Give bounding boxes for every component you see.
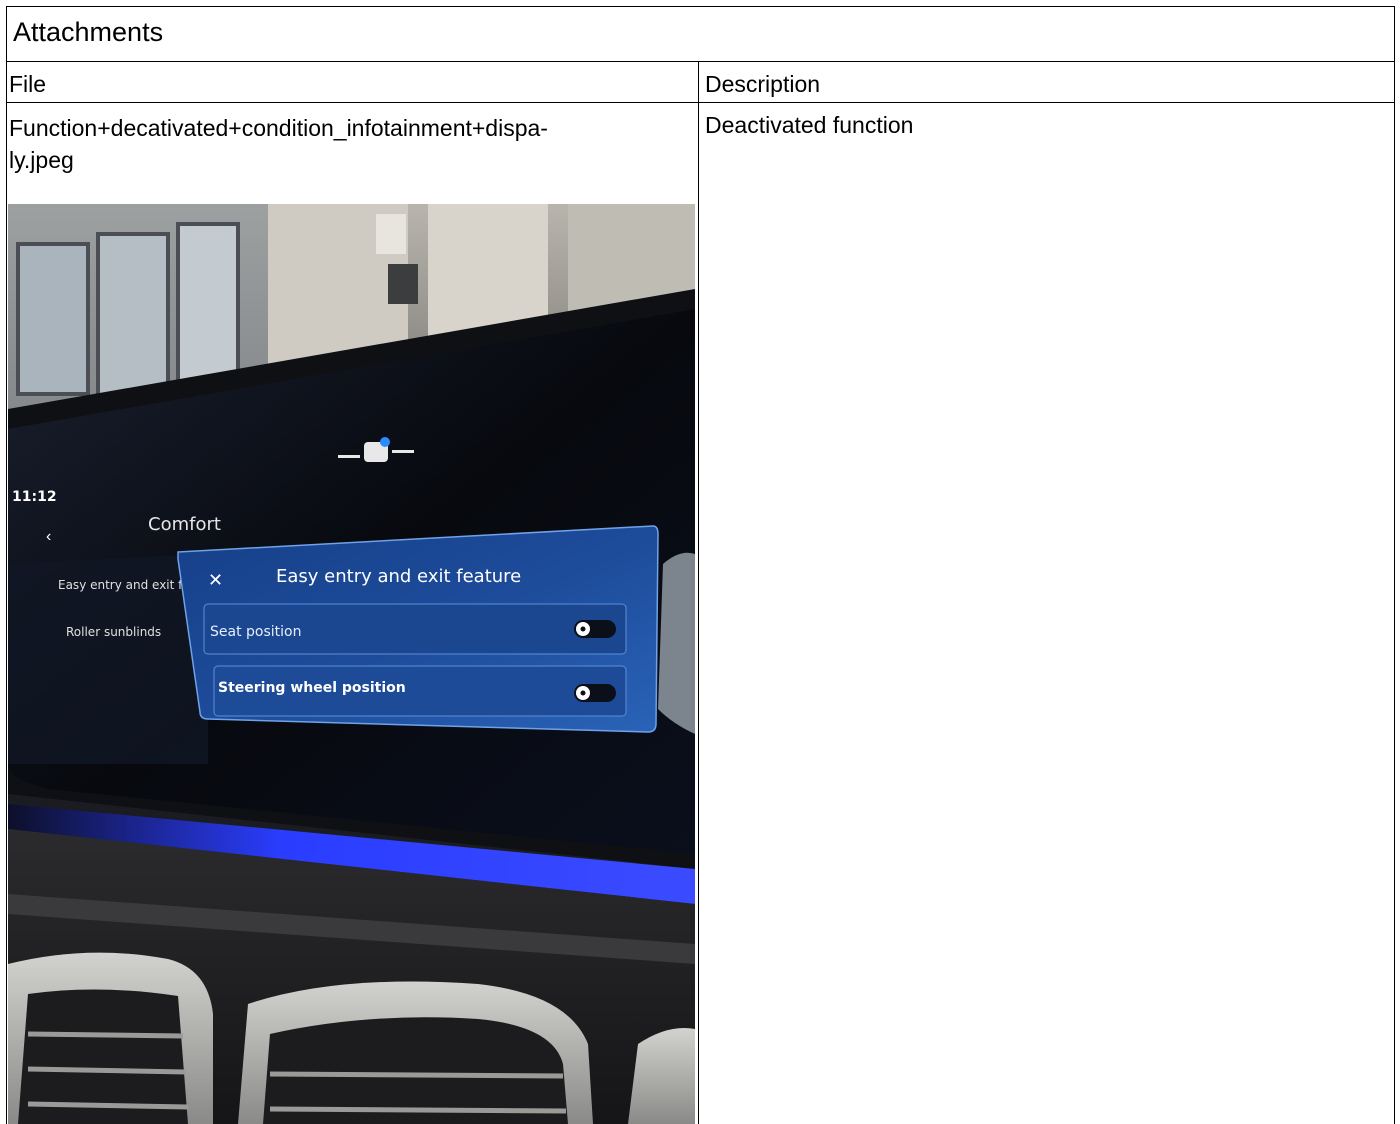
- attachments-section: Attachments File Description Function+de…: [6, 6, 1395, 1124]
- attachment-description: Deactivated function: [705, 112, 914, 138]
- back-chevron-icon: ‹: [46, 528, 51, 545]
- table-row: Function+decativated+condition_infotainm…: [6, 102, 1395, 1124]
- dialog-close-icon: ✕: [208, 570, 223, 590]
- attachment-filename[interactable]: Function+decativated+condition_infotainm…: [9, 112, 659, 176]
- option-label-steering-wheel: Steering wheel position: [218, 680, 406, 696]
- screen-menu-item-1: Roller sunblinds: [66, 625, 161, 639]
- filename-line-1: Function+decativated+condition_infotainm…: [9, 115, 548, 141]
- section-title: Attachments: [13, 17, 164, 47]
- filename-line-2: ly.jpeg: [9, 147, 74, 173]
- screen-time: 11:12: [12, 489, 57, 505]
- option-label-seat-position: Seat position: [210, 624, 301, 640]
- header-cell-description: Description: [699, 61, 1395, 102]
- infotainment-photo-illustration: 11:12 ‹ Comfort Easy entry and exit fea …: [8, 204, 695, 1124]
- header-cell-file: File: [7, 61, 699, 102]
- header-description-label: Description: [705, 71, 821, 97]
- file-cell: Function+decativated+condition_infotainm…: [7, 102, 699, 1124]
- table-header-row: File Description: [6, 61, 1395, 103]
- description-cell: Deactivated function: [699, 102, 1395, 1124]
- dialog-option-seat-position: Seat position: [203, 603, 627, 655]
- dialog-option-steering-wheel: Steering wheel position: [213, 665, 627, 717]
- attachment-photo[interactable]: 11:12 ‹ Comfort Easy entry and exit fea …: [8, 204, 695, 1124]
- screen-menu-item-0: Easy entry and exit fea: [58, 578, 197, 592]
- section-title-bar: Attachments: [6, 6, 1395, 62]
- screen-breadcrumb: Comfort: [148, 514, 221, 535]
- header-file-label: File: [9, 71, 47, 97]
- dialog-title: Easy entry and exit feature: [276, 566, 521, 587]
